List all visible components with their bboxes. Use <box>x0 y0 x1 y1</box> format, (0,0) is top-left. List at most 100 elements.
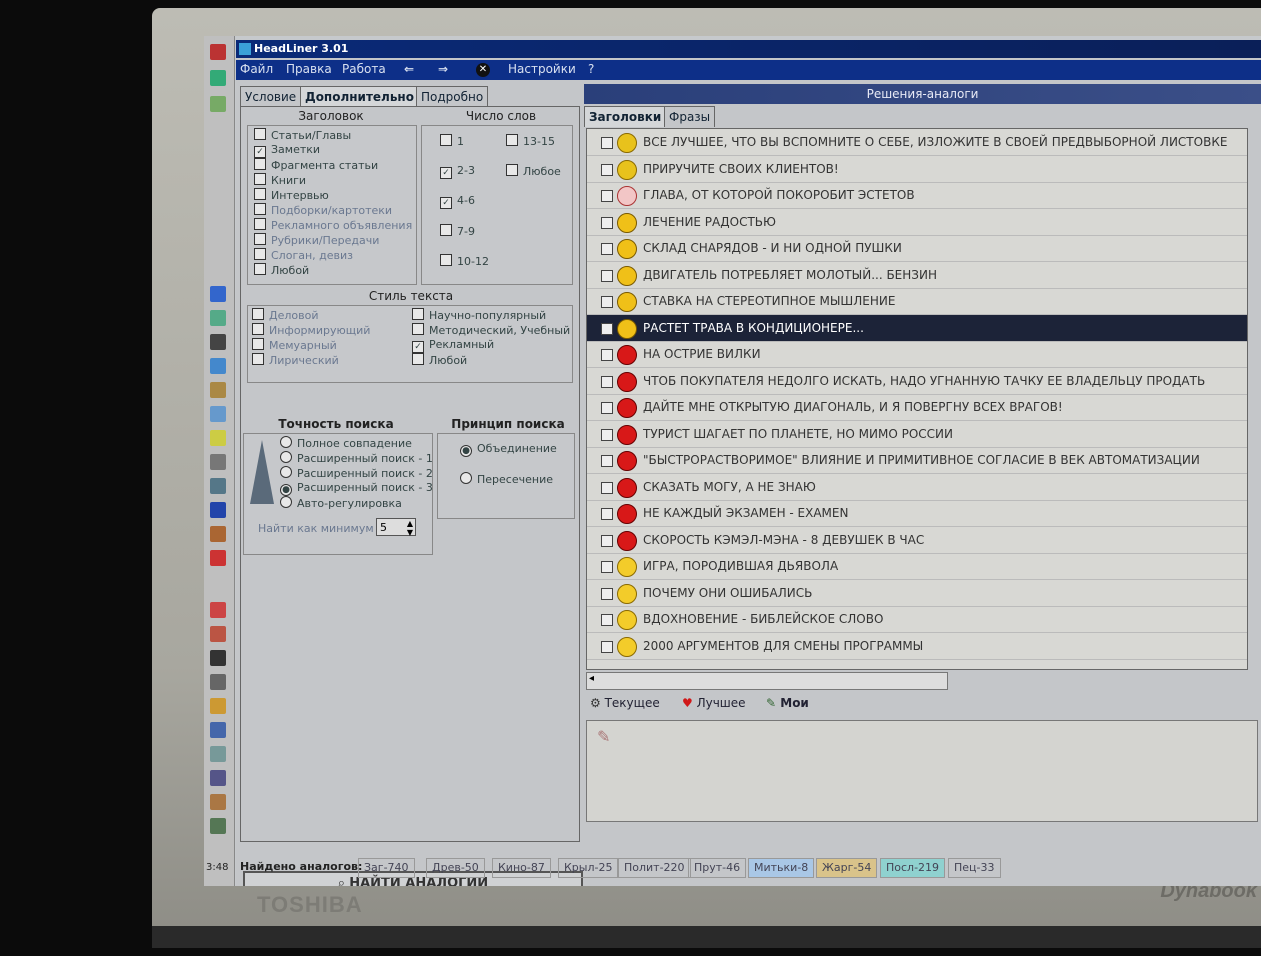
row-checkbox[interactable] <box>601 216 613 229</box>
status-item[interactable]: Посл-219 <box>880 858 946 878</box>
tab-headings[interactable]: Заголовки <box>584 106 667 127</box>
gear-taskbar-icon[interactable] <box>210 818 226 834</box>
cb-interview[interactable]: Интервью <box>254 188 329 202</box>
status-item[interactable]: Прут-46 <box>688 858 747 878</box>
row-checkbox[interactable] <box>601 163 613 176</box>
tool2-icon[interactable] <box>210 602 226 618</box>
cb-words-4-6[interactable]: ✓ 4-6 <box>440 194 475 209</box>
cb-words-10-12[interactable]: 10-12 <box>440 254 489 268</box>
radio-exact[interactable]: Полное совпадение <box>280 436 412 450</box>
row-checkbox[interactable] <box>601 481 613 494</box>
folder-icon[interactable] <box>210 334 226 350</box>
tool-icon[interactable] <box>210 96 226 112</box>
row-checkbox[interactable] <box>601 269 613 282</box>
cb-catalog[interactable]: Подборки/картотеки <box>254 203 392 217</box>
status-item[interactable]: Полит-220 <box>618 858 691 878</box>
ie-icon[interactable] <box>210 286 226 302</box>
status-item[interactable]: Жарг-54 <box>816 858 878 878</box>
cb-style-lyric[interactable]: Лирический <box>252 353 339 367</box>
list-item[interactable]: НЕ КАЖДЫЙ ЭКЗАМЕН - EXAMEN <box>587 500 1247 527</box>
horizontal-scrollbar[interactable]: ◂ <box>586 672 948 690</box>
list-item[interactable]: СКЛАД СНАРЯДОВ - И НИ ОДНОЙ ПУШКИ <box>587 235 1247 262</box>
list-item[interactable]: ЧТОБ ПОКУПАТЕЛЯ НЕДОЛГО ИСКАТЬ, НАДО УГН… <box>587 368 1247 395</box>
flag-icon[interactable] <box>210 550 226 566</box>
tab-mine[interactable]: ✎ Мои <box>766 696 809 710</box>
list-item[interactable]: СКОРОСТЬ КЭМЭЛ-МЭНА - 8 ДЕВУШЕК В ЧАС <box>587 527 1247 554</box>
stepper-arrows-icon[interactable]: ▲ ▼ <box>407 519 413 537</box>
radio-ext-1[interactable]: Расширенный поиск - 1 <box>280 451 433 465</box>
list-item[interactable]: ПОЧЕМУ ОНИ ОШИБАЛИСЬ <box>587 580 1247 607</box>
bulb-icon[interactable] <box>210 430 226 446</box>
list-item[interactable]: ПРИРУЧИТЕ СВОИХ КЛИЕНТОВ! <box>587 156 1247 183</box>
cb-books[interactable]: Книги <box>254 173 306 187</box>
row-checkbox[interactable] <box>601 322 613 335</box>
scroll-left-icon[interactable]: ◂ <box>589 673 594 684</box>
list-item[interactable]: ДАЙТЕ МНЕ ОТКРЫТУЮ ДИАГОНАЛЬ, И Я ПОВЕРГ… <box>587 394 1247 421</box>
status-item[interactable]: Древ-50 <box>426 858 485 878</box>
list-item[interactable]: "БЫСТРОРАСТВОРИМОЕ" ВЛИЯНИЕ И ПРИМИТИВНО… <box>587 447 1247 474</box>
row-checkbox[interactable] <box>601 190 613 202</box>
menu-edit[interactable]: Правка <box>286 62 332 76</box>
forward-arrow-icon[interactable]: ⇒ <box>438 62 448 76</box>
window-icon[interactable] <box>210 722 226 738</box>
cb-words-2-3[interactable]: ✓ 2-3 <box>440 164 475 179</box>
tab-details[interactable]: Подробно <box>416 86 489 107</box>
cb-style-ad[interactable]: ✓ Рекламный <box>412 338 494 353</box>
tools-icon[interactable] <box>210 526 226 542</box>
list-item[interactable]: РАСТЕТ ТРАВА В КОНДИЦИОНЕРЕ... <box>587 314 1247 342</box>
status-item[interactable]: Кино-87 <box>492 858 551 878</box>
cb-style-memoir[interactable]: Мемуарный <box>252 338 337 352</box>
list-item[interactable]: СТАВКА НА СТЕРЕОТИПНОЕ МЫШЛЕНИЕ <box>587 288 1247 315</box>
row-checkbox[interactable] <box>601 534 613 547</box>
paint-icon[interactable] <box>210 794 226 810</box>
row-checkbox[interactable] <box>601 375 613 388</box>
back-arrow-icon[interactable]: ⇐ <box>404 62 414 76</box>
list-item[interactable]: СКАЗАТЬ МОГУ, А НЕ ЗНАЮ <box>587 474 1247 501</box>
status-item[interactable]: Митьки-8 <box>748 858 815 878</box>
print-icon[interactable] <box>210 454 226 470</box>
notes-editor[interactable]: ✎ <box>586 720 1258 822</box>
grid-icon[interactable] <box>210 746 226 762</box>
tool3-icon[interactable] <box>210 626 226 642</box>
row-checkbox[interactable] <box>601 587 613 600</box>
menu-help[interactable]: ? <box>588 62 594 76</box>
link-icon[interactable] <box>210 770 226 786</box>
status-item[interactable]: Крыл-25 <box>558 858 619 878</box>
tab-best[interactable]: ♥ Лучшее <box>682 696 746 710</box>
menu-file[interactable]: Файл <box>240 62 273 76</box>
cb-ad[interactable]: Рекламного объявления <box>254 218 412 232</box>
doc-icon[interactable] <box>210 406 226 422</box>
book-icon[interactable] <box>210 698 226 714</box>
tab-phrases[interactable]: Фразы <box>664 106 716 127</box>
radio-auto[interactable]: Авто-регулировка <box>280 496 402 510</box>
tab-additional[interactable]: Дополнительно <box>300 86 419 107</box>
tab-current[interactable]: ⚙ Текущее <box>590 696 660 710</box>
row-checkbox[interactable] <box>601 508 613 520</box>
status-item[interactable]: Пец-33 <box>948 858 1001 878</box>
globe-icon[interactable] <box>210 310 226 326</box>
cb-style-any[interactable]: Любой <box>412 353 467 367</box>
list-item[interactable]: НА ОСТРИЕ ВИЛКИ <box>587 341 1247 368</box>
min-count-stepper[interactable]: 5 ▲ ▼ <box>376 518 416 537</box>
cb-words-1[interactable]: 1 <box>440 134 464 148</box>
cb-words-any[interactable]: Любое <box>506 164 561 178</box>
cb-style-business[interactable]: Деловой <box>252 308 318 322</box>
list-item[interactable]: ЛЕЧЕНИЕ РАДОСТЬЮ <box>587 209 1247 236</box>
list-item[interactable]: ДВИГАТЕЛЬ ПОТРЕБЛЯЕТ МОЛОТЫЙ... БЕНЗИН <box>587 262 1247 289</box>
list-item[interactable]: ИГРА, ПОРОДИВШАЯ ДЬЯВОЛА <box>587 553 1247 580</box>
cb-fragment[interactable]: Фрагмента статьи <box>254 158 378 172</box>
word-icon[interactable] <box>210 502 226 518</box>
cb-slogan[interactable]: Слоган, девиз <box>254 248 353 262</box>
status-item[interactable]: Заг-740 <box>358 858 415 878</box>
list-item[interactable]: 2000 АРГУМЕНТОВ ДЛЯ СМЕНЫ ПРОГРАММЫ <box>587 633 1247 660</box>
menu-work[interactable]: Работа <box>342 62 386 76</box>
calc-icon[interactable] <box>210 478 226 494</box>
row-checkbox[interactable] <box>601 137 613 149</box>
row-checkbox[interactable] <box>601 614 613 626</box>
close-circle-icon[interactable]: ✕ <box>476 63 490 77</box>
list-item[interactable]: ВДОХНОВЕНИЕ - БИБЛЕЙСКОЕ СЛОВО <box>587 606 1247 633</box>
star-icon[interactable] <box>210 382 226 398</box>
cb-words-13-15[interactable]: 13-15 <box>506 134 555 148</box>
menu-settings[interactable]: Настройки <box>508 62 576 76</box>
cb-notes[interactable]: ✓ Заметки <box>254 143 320 158</box>
